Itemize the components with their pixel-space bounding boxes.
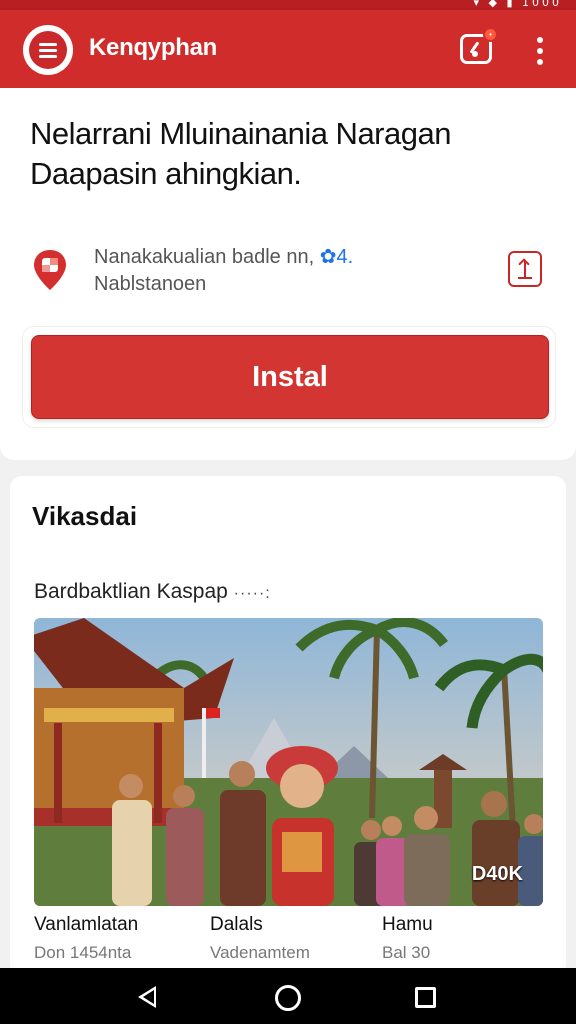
info-card: Nelarrani Mluinainania Naragan Daapasin … <box>0 88 576 460</box>
menu-button[interactable] <box>23 25 73 75</box>
install-button[interactable]: Instal <box>31 335 549 419</box>
subsection-header[interactable]: Bardbaktlian Kaspap ·····: <box>34 580 271 604</box>
location-info: Nanakakualian badle nn, ✿4. Nablstanoen <box>94 244 353 298</box>
notification-badge: • <box>483 27 498 42</box>
home-icon[interactable] <box>275 985 301 1011</box>
location-line1: Nanakakualian badle nn, <box>94 246 315 268</box>
caption-subtitle: Bal 30 <box>382 943 431 962</box>
subsection-title: Bardbaktlian Kaspap <box>34 580 228 603</box>
share-button[interactable] <box>508 251 542 287</box>
photo-watermark: D40K <box>471 863 523 885</box>
app-title: Kenqyphan <box>89 34 217 61</box>
map-pin-icon <box>32 248 68 292</box>
page-headline: Nelarrani Mluinainania Naragan Daapasin … <box>30 116 451 191</box>
rating-star-icon: ✿ <box>319 246 337 268</box>
rating-value: 4. <box>336 246 354 268</box>
caption-title: Dalals <box>210 914 263 935</box>
more-dots-icon: ·····: <box>233 585 271 602</box>
status-bar: ▾ ◆ ▮ 1000 <box>0 0 576 10</box>
caption-item[interactable]: Dalals Vadenamtem <box>210 914 310 963</box>
gallery-card: Vikasdai Bardbaktlian Kaspap ·····: D40K… <box>10 476 566 976</box>
system-nav-bar <box>0 968 576 1024</box>
caption-item[interactable]: Vanlamlatan Don 1454nta <box>34 914 138 963</box>
status-icons: ▾ ◆ ▮ 1000 <box>473 0 562 9</box>
back-icon[interactable] <box>138 986 156 1008</box>
recents-icon[interactable] <box>415 987 436 1008</box>
location-line2: Nablstanoen <box>94 273 207 295</box>
more-options-icon[interactable] <box>530 37 550 67</box>
gallery-photo[interactable]: D40K <box>34 618 543 906</box>
app-bar: Kenqyphan • <box>0 10 576 88</box>
section-title: Vikasdai <box>32 501 138 531</box>
caption-title: Vanlamlatan <box>34 914 139 935</box>
caption-title: Hamu <box>382 914 433 935</box>
menu-icon <box>29 31 67 69</box>
install-container: Instal <box>22 326 556 428</box>
share-icon <box>524 261 526 277</box>
caption-subtitle: Don 1454nta <box>34 943 132 962</box>
caption-subtitle: Vadenamtem <box>210 943 310 962</box>
caption-item[interactable]: Hamu Bal 30 <box>382 914 433 963</box>
